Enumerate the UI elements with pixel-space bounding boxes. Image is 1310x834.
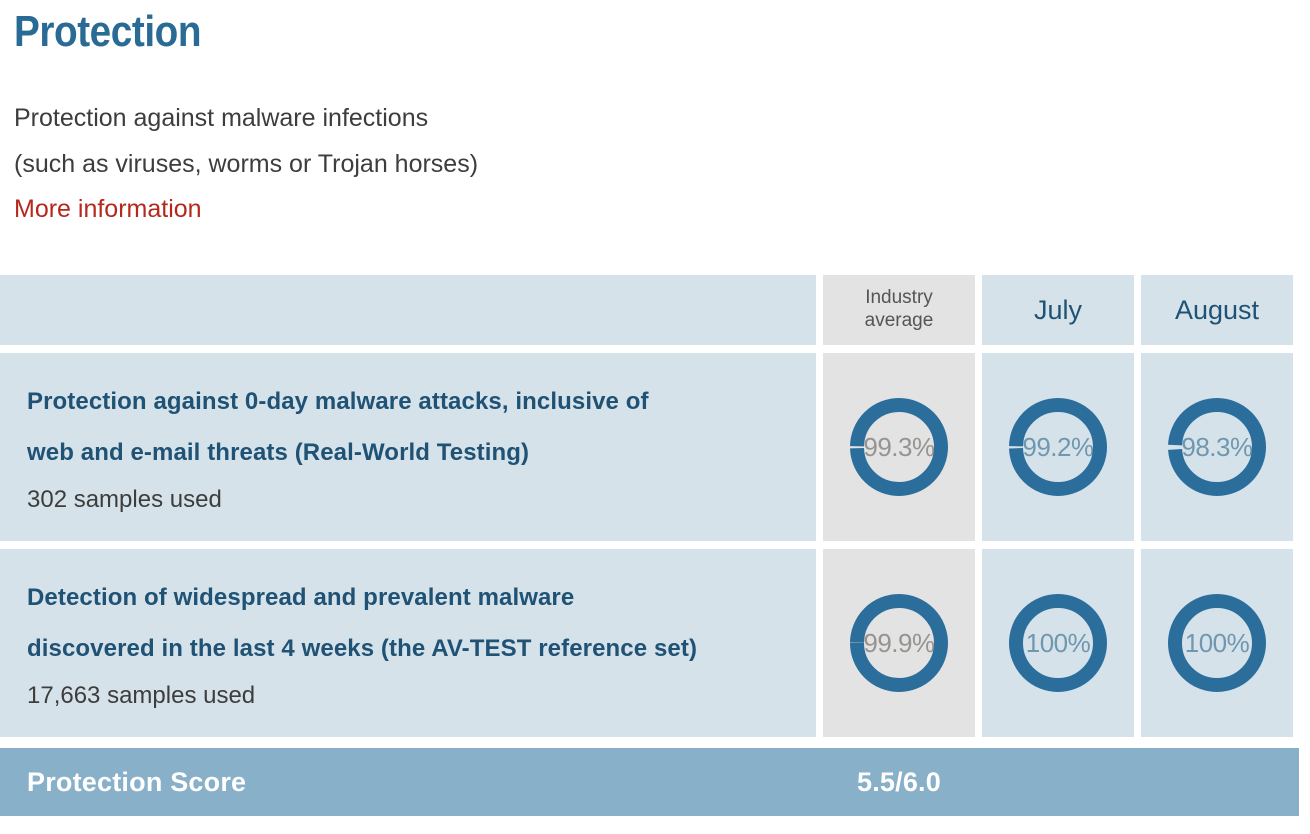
- cell-july: 99.2%: [982, 353, 1134, 541]
- row-title-line-2: web and e-mail threats (Real-World Testi…: [27, 438, 530, 466]
- protection-score-bar: Protection Score 5.5/6.0: [0, 748, 1299, 816]
- header-industry-average-line-2: average: [864, 310, 934, 331]
- row-title-line-1: Detection of widespread and prevalent ma…: [27, 584, 575, 611]
- intro-block: Protection against malware infections (s…: [14, 96, 1014, 233]
- header-cell-august: August: [1141, 275, 1293, 345]
- protection-score-value: 5.5/6.0: [857, 766, 941, 797]
- donut-chart-august: 98.3%: [1168, 398, 1266, 496]
- cell-august: 98.3%: [1141, 353, 1293, 541]
- donut-value: 100%: [1184, 627, 1250, 658]
- donut-value: 99.9%: [863, 627, 935, 658]
- header-cell-blank: [0, 275, 816, 345]
- row-samples: 302 samples used: [27, 485, 222, 513]
- header-august-label: August: [1174, 294, 1260, 325]
- protection-report: Protection Protection against malware in…: [0, 0, 1310, 834]
- donut-value: 98.3%: [1181, 431, 1253, 462]
- cell-july: 100%: [982, 549, 1134, 737]
- row-samples: 17,663 samples used: [27, 681, 256, 709]
- more-information-link[interactable]: More information: [14, 187, 202, 233]
- cell-industry-average: 99.3%: [823, 353, 975, 541]
- cell-august: 100%: [1141, 549, 1293, 737]
- page-title: Protection: [14, 7, 202, 56]
- header-cell-industry-average: Industry average: [823, 275, 975, 345]
- table-header-row: Industry average July August: [0, 275, 1310, 345]
- table-row: Detection of widespread and prevalent ma…: [0, 549, 1310, 737]
- donut-chart-july: 99.2%: [1009, 398, 1107, 496]
- header-cell-july: July: [982, 275, 1134, 345]
- row-label-cell: Protection against 0-day malware attacks…: [0, 353, 816, 541]
- donut-value: 99.3%: [863, 431, 935, 462]
- row-label-cell: Detection of widespread and prevalent ma…: [0, 549, 816, 737]
- protection-score-label: Protection Score: [27, 766, 247, 797]
- donut-chart-august: 100%: [1168, 594, 1266, 692]
- donut-chart-industry-average: 99.9%: [850, 594, 948, 692]
- donut-chart-july: 100%: [1009, 594, 1107, 692]
- table-row: Protection against 0-day malware attacks…: [0, 353, 1310, 541]
- header-industry-average-line-1: Industry: [865, 287, 933, 309]
- cell-industry-average: 99.9%: [823, 549, 975, 737]
- donut-chart-industry-average: 99.3%: [850, 398, 948, 496]
- header-july-label: July: [1033, 294, 1082, 325]
- donut-value: 100%: [1025, 627, 1091, 658]
- report-header: Protection Protection against malware in…: [14, 7, 1014, 233]
- results-table: Industry average July August Protection …: [0, 275, 1310, 745]
- description-line-1: Protection against malware infections: [14, 104, 429, 133]
- row-title-line-2: discovered in the last 4 weeks (the AV-T…: [27, 634, 698, 662]
- description-line-2: (such as viruses, worms or Trojan horses…: [14, 149, 479, 178]
- donut-value: 99.2%: [1022, 431, 1094, 462]
- row-title-line-1: Protection against 0-day malware attacks…: [27, 388, 649, 415]
